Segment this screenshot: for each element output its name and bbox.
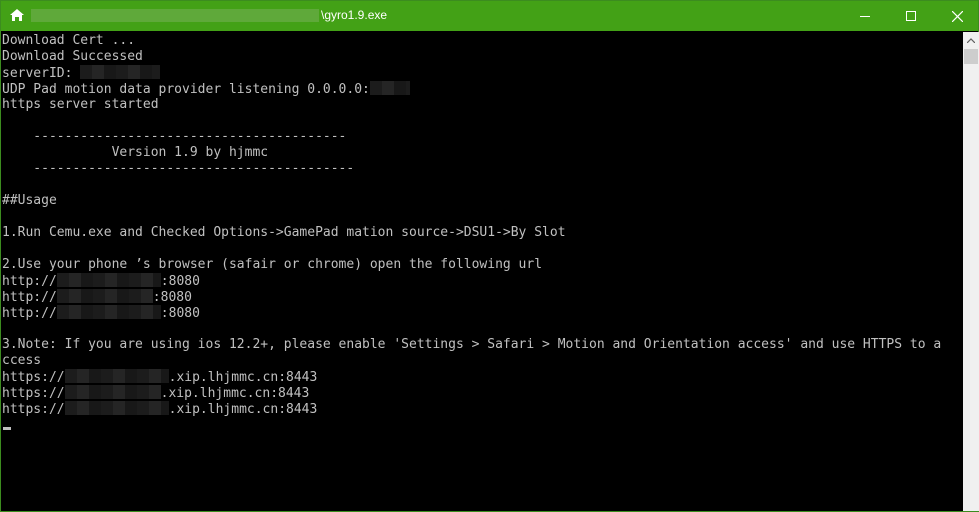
redacted-address (56, 305, 161, 319)
title-redacted-path (31, 9, 319, 22)
redacted-address (56, 273, 161, 287)
console-line: 3.Note: If you are using ios 12.2+, plea… (2, 337, 942, 352)
home-icon (10, 9, 24, 21)
console-line: ##Usage (2, 193, 57, 208)
console-text: http:// (2, 306, 57, 321)
console-line: ---------------------------------------- (2, 129, 347, 144)
redacted-address (64, 401, 169, 415)
console-text: .xip.lhjmmc.cn:8443 (168, 402, 318, 417)
close-button[interactable] (934, 1, 979, 31)
console-line: https server started (2, 97, 159, 112)
redacted-address (64, 385, 161, 399)
title-bar[interactable]: \gyro1.9.exe (1, 1, 978, 31)
console-text: https:// (2, 402, 65, 417)
scroll-up-button[interactable] (963, 32, 979, 49)
console-line: ----------------------------------------… (2, 161, 355, 176)
redacted-address (64, 369, 169, 383)
console-text: serverID: (2, 66, 81, 81)
console-line: https:// .xip.lhjmmc.cn:8443 (2, 369, 317, 385)
console-line: UDP Pad motion data provider listening 0… (2, 81, 410, 97)
scrollbar-thumb[interactable] (964, 49, 978, 64)
redacted-server-id (80, 65, 161, 79)
text-cursor (3, 427, 11, 430)
close-icon (951, 10, 963, 22)
redacted-address (56, 289, 153, 303)
console-line: http:// :8080 (2, 273, 200, 289)
minimize-icon (860, 16, 870, 17)
console-text: :8080 (160, 274, 200, 289)
console-text: https:// (2, 370, 65, 385)
console-line: Download Cert ... (2, 33, 136, 48)
chevron-up-icon (967, 38, 975, 43)
console-line: https:// .xip.lhjmmc.cn:8443 (2, 401, 317, 417)
vertical-scrollbar[interactable] (963, 32, 979, 511)
console-text: :8080 (160, 306, 200, 321)
console-line: 1.Run Cemu.exe and Checked Options->Game… (2, 225, 566, 240)
console-text: .xip.lhjmmc.cn:8443 (160, 386, 310, 401)
console-line: Version 1.9 by hjmmc (2, 145, 269, 160)
console-line: ccess (2, 353, 42, 368)
console-text: http:// (2, 290, 57, 305)
console-window: \gyro1.9.exe Download Cert ... Download … (0, 0, 979, 512)
console-text: :8080 (152, 290, 192, 305)
maximize-icon (906, 11, 916, 21)
maximize-button[interactable] (888, 1, 934, 31)
console-text: .xip.lhjmmc.cn:8443 (168, 370, 318, 385)
console-text: http:// (2, 274, 57, 289)
console-line: http:// :8080 (2, 289, 192, 305)
console-text: https:// (2, 386, 65, 401)
console-output[interactable]: Download Cert ... Download Successed ser… (2, 32, 962, 511)
console-text: UDP Pad motion data provider listening 0… (2, 82, 370, 97)
minimize-button[interactable] (842, 1, 888, 31)
console-line: https:// .xip.lhjmmc.cn:8443 (2, 385, 309, 401)
window-title: \gyro1.9.exe (321, 8, 388, 22)
redacted-port (369, 81, 410, 95)
console-line: 2.Use your phone ’s browser (safair or c… (2, 257, 543, 272)
console-line: Download Successed (2, 49, 143, 64)
console-line: serverID: (2, 65, 161, 81)
console-line: http:// :8080 (2, 305, 200, 321)
